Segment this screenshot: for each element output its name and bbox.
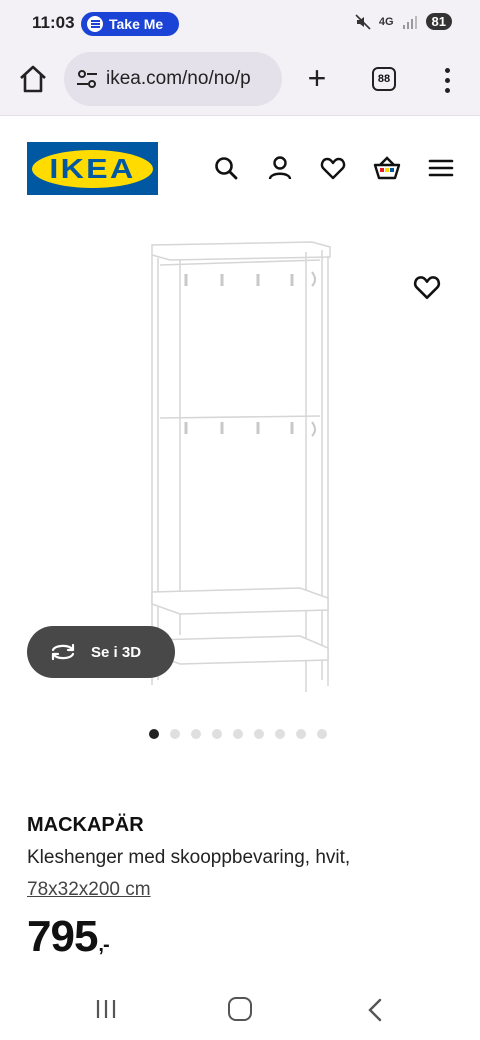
carousel-dot[interactable]	[170, 729, 180, 739]
user-icon[interactable]	[266, 154, 294, 182]
ikea-logo[interactable]: IKEA	[27, 142, 158, 195]
status-time: 11:03	[32, 13, 75, 32]
home-nav-icon[interactable]	[228, 997, 252, 1021]
clothes-rack-drawing	[151, 241, 331, 692]
mute-icon	[355, 13, 371, 30]
view-in-3d-label: Se i 3D	[91, 643, 142, 661]
media-pill-label: Take Me	[109, 16, 164, 32]
recent-apps-icon[interactable]	[95, 998, 117, 1020]
carousel-dot[interactable]	[212, 729, 222, 739]
add-to-favourites-icon[interactable]	[412, 272, 442, 302]
carousel-dot[interactable]	[191, 729, 201, 739]
hamburger-icon[interactable]	[427, 154, 455, 182]
media-pill[interactable]: Take Me	[81, 12, 179, 36]
product-name: MACKAPÄR	[27, 814, 144, 836]
carousel-dot[interactable]	[254, 729, 264, 739]
rotate-3d-icon	[51, 643, 75, 661]
new-tab-icon[interactable]: +	[302, 62, 332, 96]
price-value: 795	[27, 912, 98, 961]
address-bar[interactable]: ikea.com/no/no/p	[64, 52, 282, 106]
site-settings-icon[interactable]	[76, 68, 98, 90]
browser-toolbar: ikea.com/no/no/p + 88	[0, 46, 480, 116]
spotify-icon	[87, 16, 103, 32]
logo-oval: IKEA	[32, 149, 153, 188]
status-icons: 4G 81	[355, 13, 452, 30]
product-description: Kleshenger med skooppbevaring, hvit,	[27, 847, 351, 868]
url-text: ikea.com/no/no/p	[106, 68, 251, 89]
cart-icon[interactable]	[372, 154, 402, 182]
image-carousel-dots	[149, 729, 327, 739]
home-icon[interactable]	[16, 62, 50, 96]
carousel-dot[interactable]	[233, 729, 243, 739]
view-in-3d-button[interactable]: Se i 3D	[27, 626, 175, 678]
battery-badge: 81	[425, 13, 452, 30]
product-price: 795 ,-	[27, 912, 110, 962]
heart-icon[interactable]	[319, 154, 347, 182]
carousel-dot[interactable]	[317, 729, 327, 739]
carousel-dot[interactable]	[275, 729, 285, 739]
logo-text: IKEA	[49, 152, 136, 184]
search-icon[interactable]	[212, 154, 240, 182]
price-suffix: ,-	[98, 934, 109, 956]
tab-switcher-button[interactable]: 88	[372, 67, 396, 91]
status-bar: 11:03 Take Me 4G 81	[0, 0, 480, 46]
signal-icon	[402, 15, 417, 29]
network-label: 4G	[378, 15, 394, 28]
system-navigation-bar	[0, 980, 480, 1040]
carousel-dot[interactable]	[296, 729, 306, 739]
overflow-menu-icon[interactable]	[438, 66, 456, 94]
product-dimensions-link[interactable]: 78x32x200 cm	[27, 879, 151, 901]
back-icon[interactable]	[366, 997, 384, 1023]
carousel-dot[interactable]	[149, 729, 159, 739]
